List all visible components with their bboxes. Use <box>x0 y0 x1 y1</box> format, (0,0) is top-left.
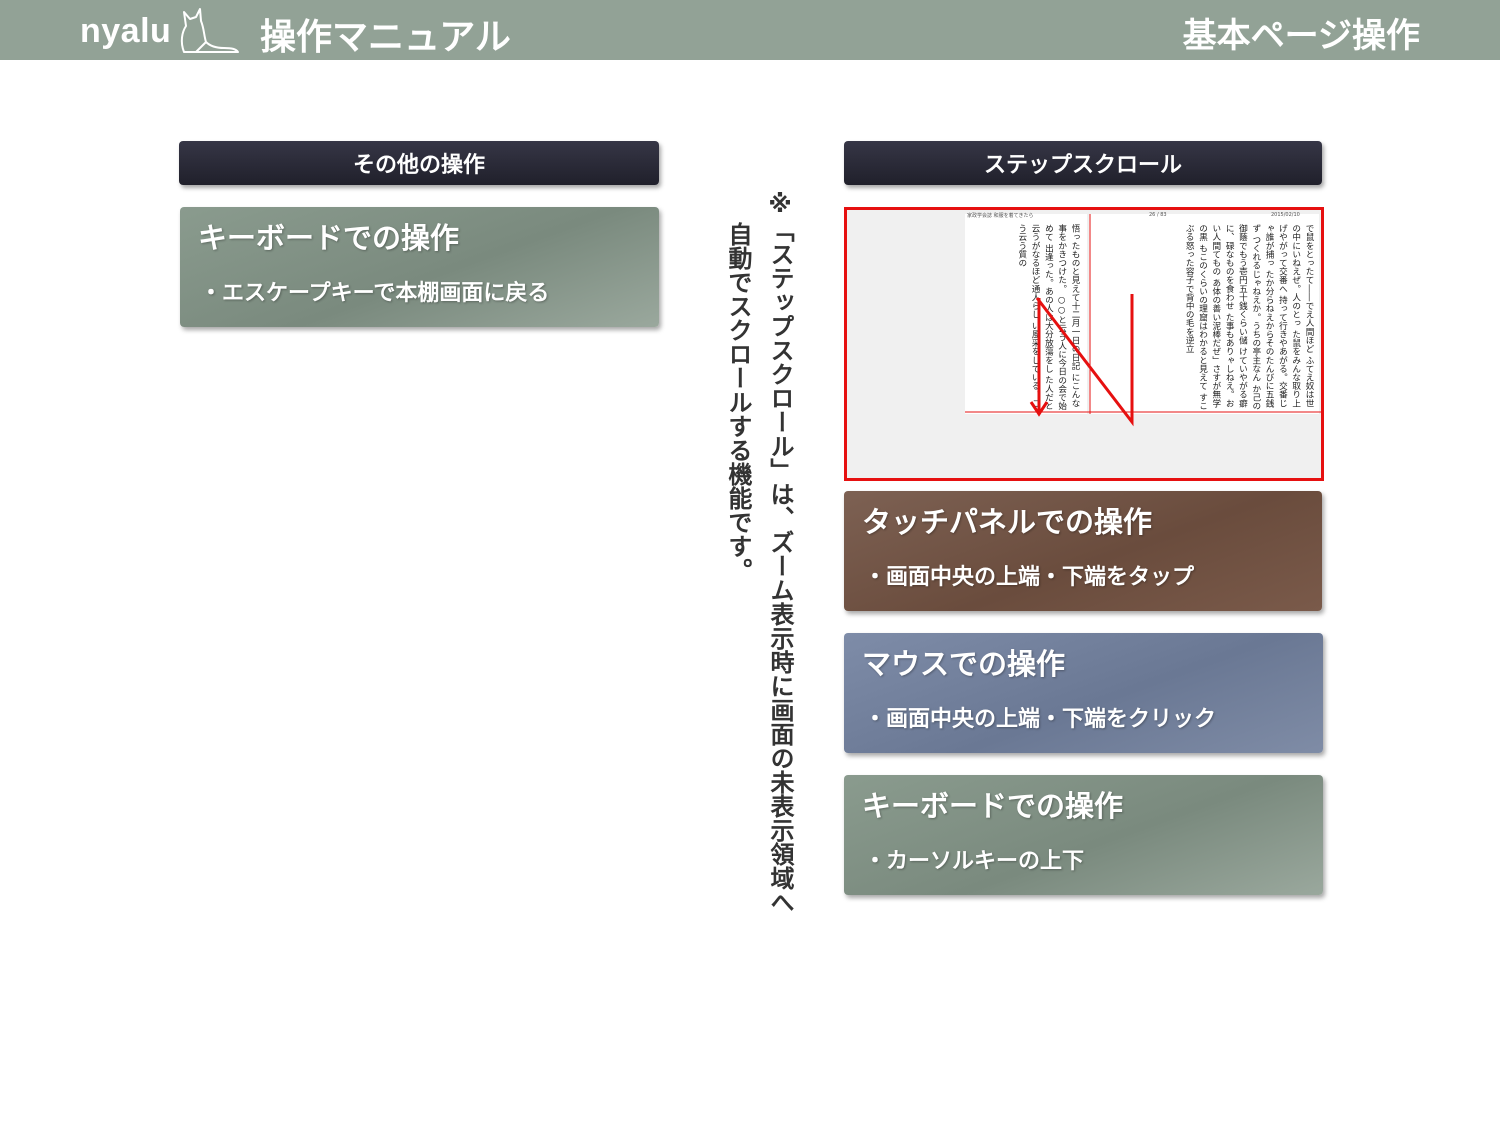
section-header-step-scroll: ステップスクロール <box>844 141 1322 185</box>
section-header-other: その他の操作 <box>179 141 659 185</box>
card-keyboard-escape: キーボードでの操作 ・エスケープキーで本棚画面に戻る <box>180 207 659 327</box>
header-bar: nyalu 操作マニュアル 基本ページ操作 <box>0 0 1500 60</box>
note-line-1: ※「ステップスクロール」は、ズーム表示時に画面の未表示領域へ <box>766 190 794 914</box>
card-keyboard-cursor: キーボードでの操作 ・カーソルキーの上下 <box>844 775 1323 895</box>
card-title: キーボードでの操作 <box>198 221 460 255</box>
card-description: ・画面中央の上端・下端をタップ <box>864 565 1195 590</box>
card-title: マウスでの操作 <box>862 647 1066 681</box>
card-title: タッチパネルでの操作 <box>862 505 1153 539</box>
step-scroll-preview: 悟ったものと見えて十二月一日の日記 にこんな事をかきつけた。 ○○と云う人に今日… <box>844 207 1324 481</box>
card-touch-panel: タッチパネルでの操作 ・画面中央の上端・下端をタップ <box>844 491 1322 611</box>
note-line-2: 自動でスクロールする機能です。 <box>724 222 752 582</box>
card-title: キーボードでの操作 <box>862 789 1124 823</box>
card-description: ・カーソルキーの上下 <box>864 849 1085 874</box>
card-description: ・エスケープキーで本棚画面に戻る <box>200 281 550 306</box>
card-mouse: マウスでの操作 ・画面中央の上端・下端をクリック <box>844 633 1323 753</box>
card-description: ・画面中央の上端・下端をクリック <box>864 707 1217 732</box>
cat-icon <box>180 8 239 53</box>
manual-title: 操作マニュアル <box>260 17 511 58</box>
brand-logo: nyalu <box>80 12 172 50</box>
scroll-path-arrow-icon <box>965 214 1321 427</box>
page-title: 基本ページ操作 <box>1182 16 1420 56</box>
